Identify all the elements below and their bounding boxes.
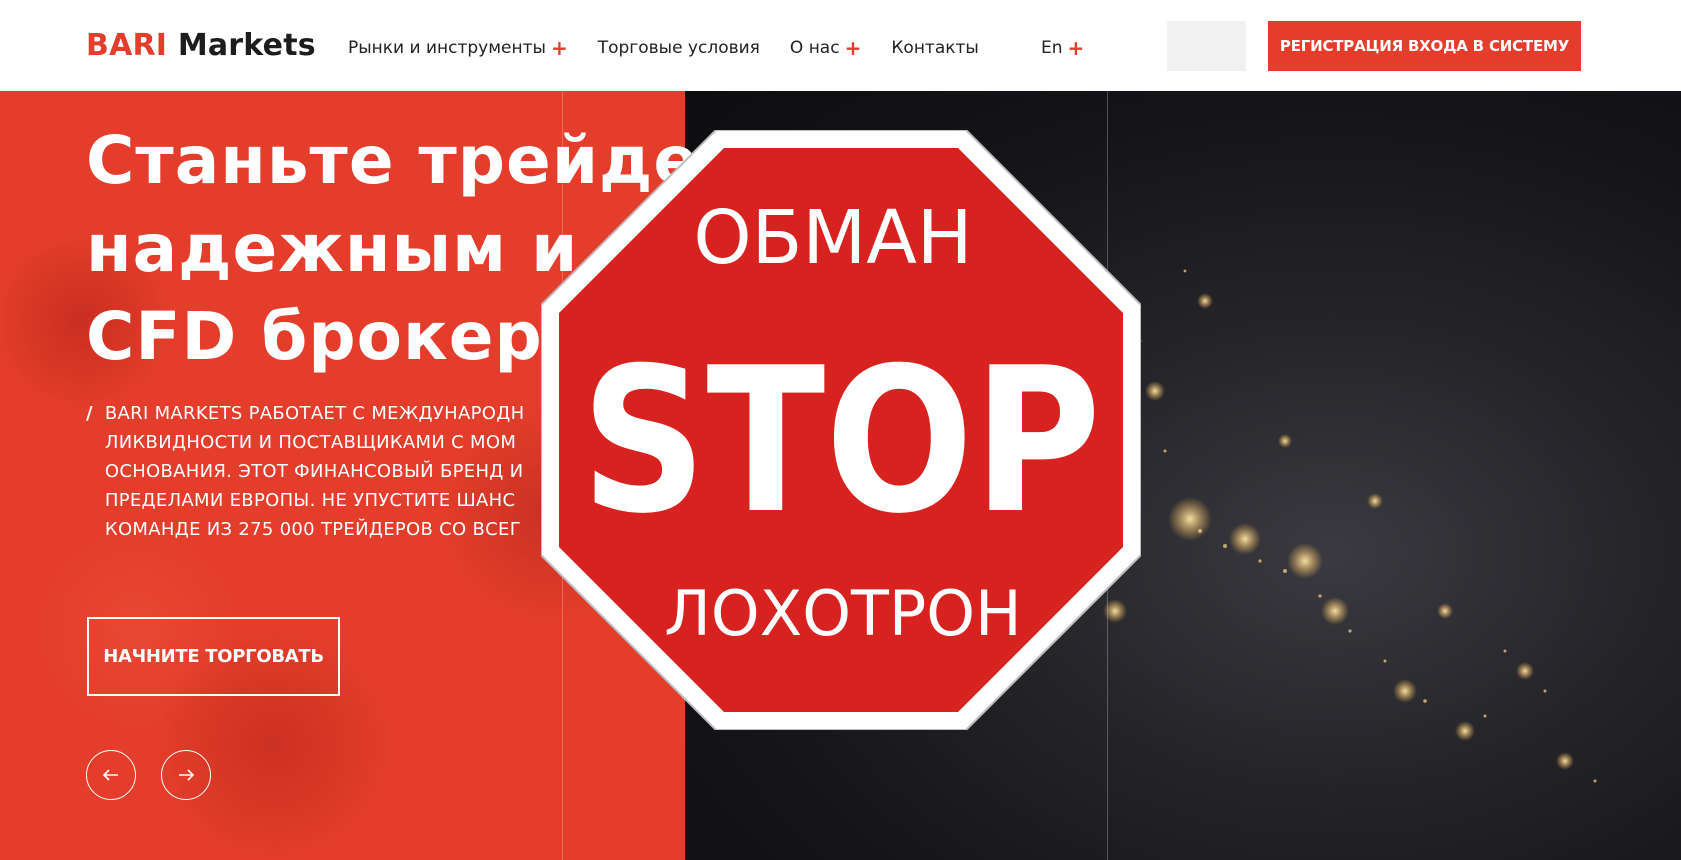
next-slide-button[interactable] — [161, 750, 211, 800]
logo-brand: BARI — [86, 28, 168, 63]
plus-icon: + — [844, 36, 862, 60]
nav-item-trading-conditions[interactable]: Торговые условия — [598, 38, 760, 58]
nav-item-contacts[interactable]: Контакты — [891, 38, 979, 58]
nav-item-label: Рынки и инструменты — [348, 38, 546, 58]
arrow-left-icon — [102, 769, 118, 781]
hero-description-line: КОМАНДЕ ИЗ 275 000 ТРЕЙДЕРОВ СО ВСЕГ — [104, 519, 521, 540]
stop-sign-top-text: ОБМАН — [693, 195, 972, 281]
plus-icon: + — [550, 36, 568, 60]
language-label: En — [1041, 38, 1063, 58]
stop-sign-main-text: STOP — [581, 325, 1101, 558]
nav-item-label: О нас — [789, 38, 840, 58]
language-selector[interactable]: En + — [1041, 38, 1084, 58]
hero-description-line: ПРЕДЕЛАМИ ЕВРОПЫ. НЕ УПУСТИТЕ ШАНС — [104, 490, 516, 511]
start-trading-button[interactable]: НАЧНИТЕ ТОРГОВАТЬ — [87, 617, 340, 696]
stop-sign-overlay: ОБМАН STOP ЛОХОТРОН — [541, 130, 1141, 730]
nav-item-label: Контакты — [891, 38, 979, 58]
nav-item-markets[interactable]: Рынки и инструменты + — [348, 38, 568, 58]
site-header: BARI Markets Рынки и инструменты + Торго… — [0, 0, 1681, 91]
register-button[interactable]: РЕГИСТРАЦИЯ ВХОДА В СИСТЕМУ — [1268, 21, 1581, 71]
plus-icon: + — [1067, 36, 1085, 60]
hero-description-line: ОСНОВАНИЯ. ЭТОТ ФИНАНСОВЫЙ БРЕНД И — [104, 461, 524, 482]
nav-item-label: Торговые условия — [597, 38, 760, 58]
arrow-right-icon — [179, 769, 195, 781]
hero-description-line: ЛИКВИДНОСТИ И ПОСТАВЩИКАМИ С МОМ — [104, 432, 517, 453]
main-nav: Рынки и инструменты + Торговые условия О… — [348, 38, 1009, 58]
nav-item-about[interactable]: О нас + — [790, 38, 861, 58]
logo[interactable]: BARI Markets — [86, 28, 316, 63]
stop-sign-bottom-text: ЛОХОТРОН — [664, 577, 1021, 650]
logo-name: Markets — [177, 28, 316, 63]
slash-mark: / — [86, 403, 93, 424]
prev-slide-button[interactable] — [86, 750, 136, 800]
hero-description-line: BARI MARKETS РАБОТАЕТ С МЕЖДУНАРОДН — [104, 403, 525, 424]
login-placeholder[interactable] — [1167, 21, 1246, 71]
